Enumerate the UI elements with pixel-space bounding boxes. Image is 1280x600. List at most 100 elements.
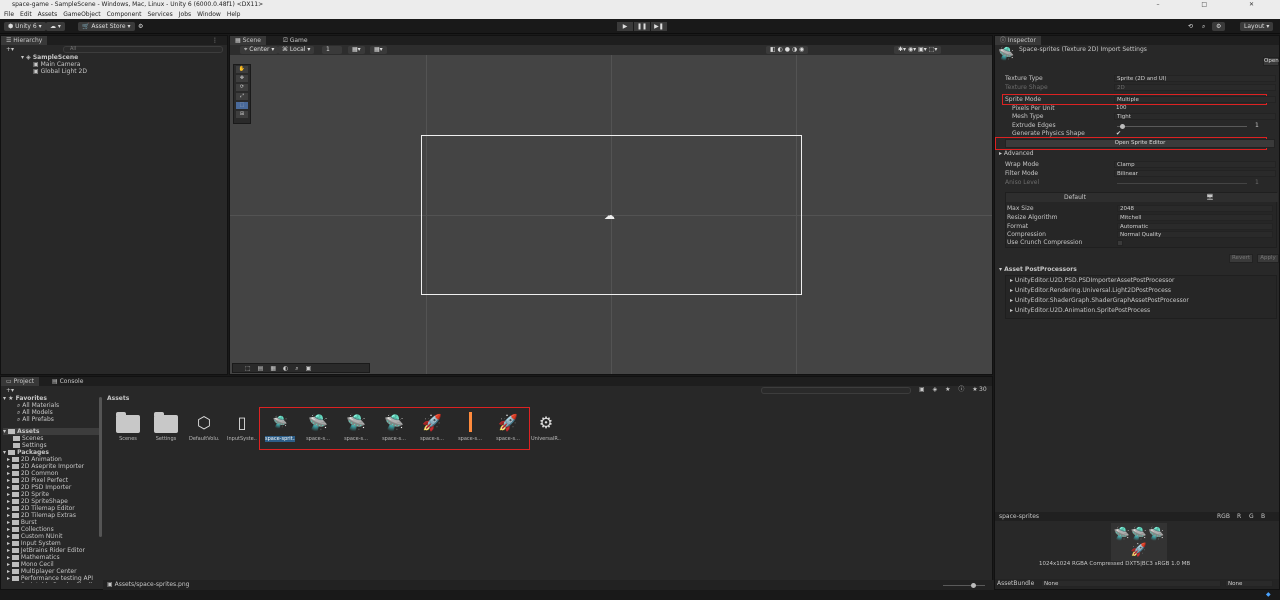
- search-icon[interactable]: ⌕: [1198, 22, 1209, 31]
- filter-mode-dropdown[interactable]: Bilinear: [1114, 170, 1276, 177]
- favorite-item[interactable]: ⌕ All Materials: [17, 402, 59, 409]
- platform-tab-standalone-icon[interactable]: 🖥: [1206, 193, 1214, 202]
- package-item[interactable]: ▸ Mathematics: [7, 554, 60, 561]
- tab-hierarchy[interactable]: ☰ Hierarchy: [1, 36, 48, 45]
- menu-help[interactable]: Help: [227, 10, 241, 19]
- project-search-input[interactable]: [761, 387, 911, 394]
- package-item[interactable]: ▸ 2D Sprite: [7, 491, 49, 498]
- postprocessor-item[interactable]: ▸ UnityEditor.U2D.PSD.PSDImporterAssetPo…: [1010, 277, 1174, 285]
- scene-viewport[interactable]: ☁ ✋ ✥ ⟳ ⤢ ⬚ ⊞ ⬚▤▦◐⌕▣: [230, 55, 992, 374]
- channel-g[interactable]: G: [1249, 512, 1254, 521]
- menu-jobs[interactable]: Jobs: [179, 10, 191, 19]
- asset-item[interactable]: 🛸 space-s...: [341, 410, 371, 443]
- ppu-input[interactable]: 100: [1114, 105, 1276, 112]
- package-item[interactable]: ▸ Collections: [7, 526, 54, 533]
- add-object-button[interactable]: +▾: [1, 45, 19, 54]
- package-item[interactable]: ▸ 2D Common: [7, 470, 58, 477]
- channel-rgb[interactable]: RGB: [1217, 512, 1230, 521]
- gizmos-toggles[interactable]: ✱▾ ◉▾ ▣▾ ⬚▾: [894, 46, 942, 54]
- grid-snap-button[interactable]: ▦▾: [348, 46, 365, 54]
- package-item[interactable]: ▸ 2D SpriteShape: [7, 498, 68, 505]
- aniso-value[interactable]: 1: [1255, 179, 1259, 187]
- hierarchy-item-main-camera[interactable]: ▣ Main Camera: [33, 61, 80, 68]
- folder-tree-scrollbar[interactable]: [99, 397, 102, 537]
- asset-folder-item[interactable]: Settings: [13, 442, 47, 449]
- assets-foldout[interactable]: ▾ Assets: [3, 428, 99, 435]
- assetbundle-dropdown[interactable]: None: [1041, 580, 1221, 587]
- package-item[interactable]: ▸ Mono Cecil: [7, 561, 54, 568]
- asset-folder-item[interactable]: Scenes: [13, 435, 43, 442]
- open-button[interactable]: Open: [1263, 57, 1279, 66]
- menu-gameobject[interactable]: GameObject: [63, 10, 100, 19]
- format-dropdown[interactable]: Automatic: [1117, 223, 1273, 230]
- scale-tool-icon[interactable]: ⤢: [236, 93, 248, 100]
- max-size-dropdown[interactable]: 2048: [1117, 205, 1273, 212]
- account-button[interactable]: ⬢ Unity 6 ▾: [4, 22, 46, 31]
- assetbundle-variant-dropdown[interactable]: None: [1225, 580, 1273, 587]
- asset-item[interactable]: 🛸 space-sprit...: [265, 410, 295, 442]
- menu-assets[interactable]: Assets: [38, 10, 58, 19]
- asset-item[interactable]: Scenes: [113, 410, 143, 442]
- favorites-foldout[interactable]: ▾ ★ Favorites: [3, 395, 47, 402]
- thumbnail-size-knob[interactable]: [971, 583, 976, 588]
- extrude-slider-knob[interactable]: [1119, 124, 1125, 129]
- postprocessor-item[interactable]: ▸ UnityEditor.U2D.Animation.SpritePostPr…: [1010, 307, 1150, 315]
- menu-component[interactable]: Component: [107, 10, 142, 19]
- open-sprite-editor-button[interactable]: Open Sprite Editor: [1005, 139, 1275, 148]
- tile-palette-overlay[interactable]: ⬚▤▦◐⌕▣: [232, 363, 370, 373]
- compression-dropdown[interactable]: Normal Quality: [1117, 231, 1273, 238]
- package-item[interactable]: ▸ Burst: [7, 519, 37, 526]
- asset-item[interactable]: space-s...: [455, 410, 485, 442]
- platform-tab-default[interactable]: Default: [1064, 193, 1086, 202]
- close-button[interactable]: ✕: [1249, 1, 1274, 8]
- package-item[interactable]: ▸ 2D Aseprite Importer: [7, 463, 84, 470]
- asset-item[interactable]: ⬡ DefaultVolu...: [189, 410, 219, 443]
- channel-b[interactable]: B: [1261, 512, 1265, 521]
- layout-dropdown[interactable]: Layout ▾: [1240, 22, 1274, 31]
- minimize-button[interactable]: –: [1156, 1, 1179, 8]
- plugin-icon[interactable]: ⚙: [134, 22, 147, 31]
- menu-file[interactable]: File: [4, 10, 14, 19]
- menu-window[interactable]: Window: [197, 10, 221, 19]
- snap-value-input[interactable]: 1: [322, 46, 342, 54]
- asset-item[interactable]: 🛸 space-s...: [379, 410, 409, 443]
- package-item[interactable]: ▸ JetBrains Rider Editor: [7, 547, 85, 554]
- aniso-slider[interactable]: [1117, 183, 1247, 184]
- project-breadcrumb[interactable]: Assets: [107, 395, 129, 403]
- hierarchy-item-global-light[interactable]: ▣ Global Light 2D: [33, 68, 87, 75]
- package-item[interactable]: ▸ 2D PSD Importer: [7, 484, 71, 491]
- step-button[interactable]: ▶❚: [651, 22, 667, 31]
- maximize-button[interactable]: □: [1201, 1, 1227, 8]
- asset-store-button[interactable]: 🛒 Asset Store ▾: [78, 22, 135, 31]
- package-item[interactable]: ▸ Scriptable Render Pipeline: [7, 582, 100, 583]
- hierarchy-search-input[interactable]: All: [63, 46, 223, 53]
- space-dropdown[interactable]: ⌘ Local ▾: [278, 46, 315, 54]
- texture-type-dropdown[interactable]: Sprite (2D and UI): [1114, 75, 1276, 82]
- extrude-slider[interactable]: [1117, 126, 1247, 127]
- asset-item[interactable]: Settings: [151, 410, 181, 442]
- play-button[interactable]: ▶: [617, 22, 633, 31]
- package-item[interactable]: ▸ Multiplayer Center: [7, 568, 77, 575]
- tab-project[interactable]: ▭ Project: [1, 377, 40, 386]
- settings-icon[interactable]: ⚙: [1212, 22, 1226, 31]
- menu-edit[interactable]: Edit: [20, 10, 32, 19]
- asset-item[interactable]: 🚀 space-s...: [417, 410, 447, 443]
- tab-scene[interactable]: ▦ Scene: [230, 36, 266, 45]
- project-filter-icons[interactable]: ▣ ◈ ★ ⓘ ★: [919, 386, 981, 394]
- physics-shape-checkbox[interactable]: ✔: [1116, 130, 1121, 137]
- asset-item[interactable]: 🛸 space-s...: [303, 410, 333, 443]
- extrude-value[interactable]: 1: [1255, 122, 1259, 130]
- mesh-type-dropdown[interactable]: Tight: [1114, 113, 1276, 120]
- light-gizmo-icon[interactable]: ☁: [604, 209, 615, 222]
- tab-game[interactable]: ⎚ Game: [278, 36, 313, 45]
- pivot-dropdown[interactable]: ⌖ Center ▾: [240, 46, 279, 54]
- transform-tool-icon[interactable]: ⊞: [236, 111, 248, 118]
- packages-foldout[interactable]: ▾ Packages: [3, 449, 49, 456]
- asset-item[interactable]: ▯ InputSyste...: [227, 410, 257, 443]
- tab-inspector[interactable]: ⓘ Inspector: [995, 36, 1041, 45]
- postprocessors-foldout[interactable]: ▾ Asset PostProcessors: [999, 266, 1077, 274]
- favorite-item[interactable]: ⌕ All Prefabs: [17, 416, 54, 423]
- crunch-checkbox[interactable]: [1117, 240, 1123, 246]
- hand-tool-icon[interactable]: ✋: [236, 66, 248, 73]
- asset-item[interactable]: ⚙ UniversalR...: [531, 410, 561, 443]
